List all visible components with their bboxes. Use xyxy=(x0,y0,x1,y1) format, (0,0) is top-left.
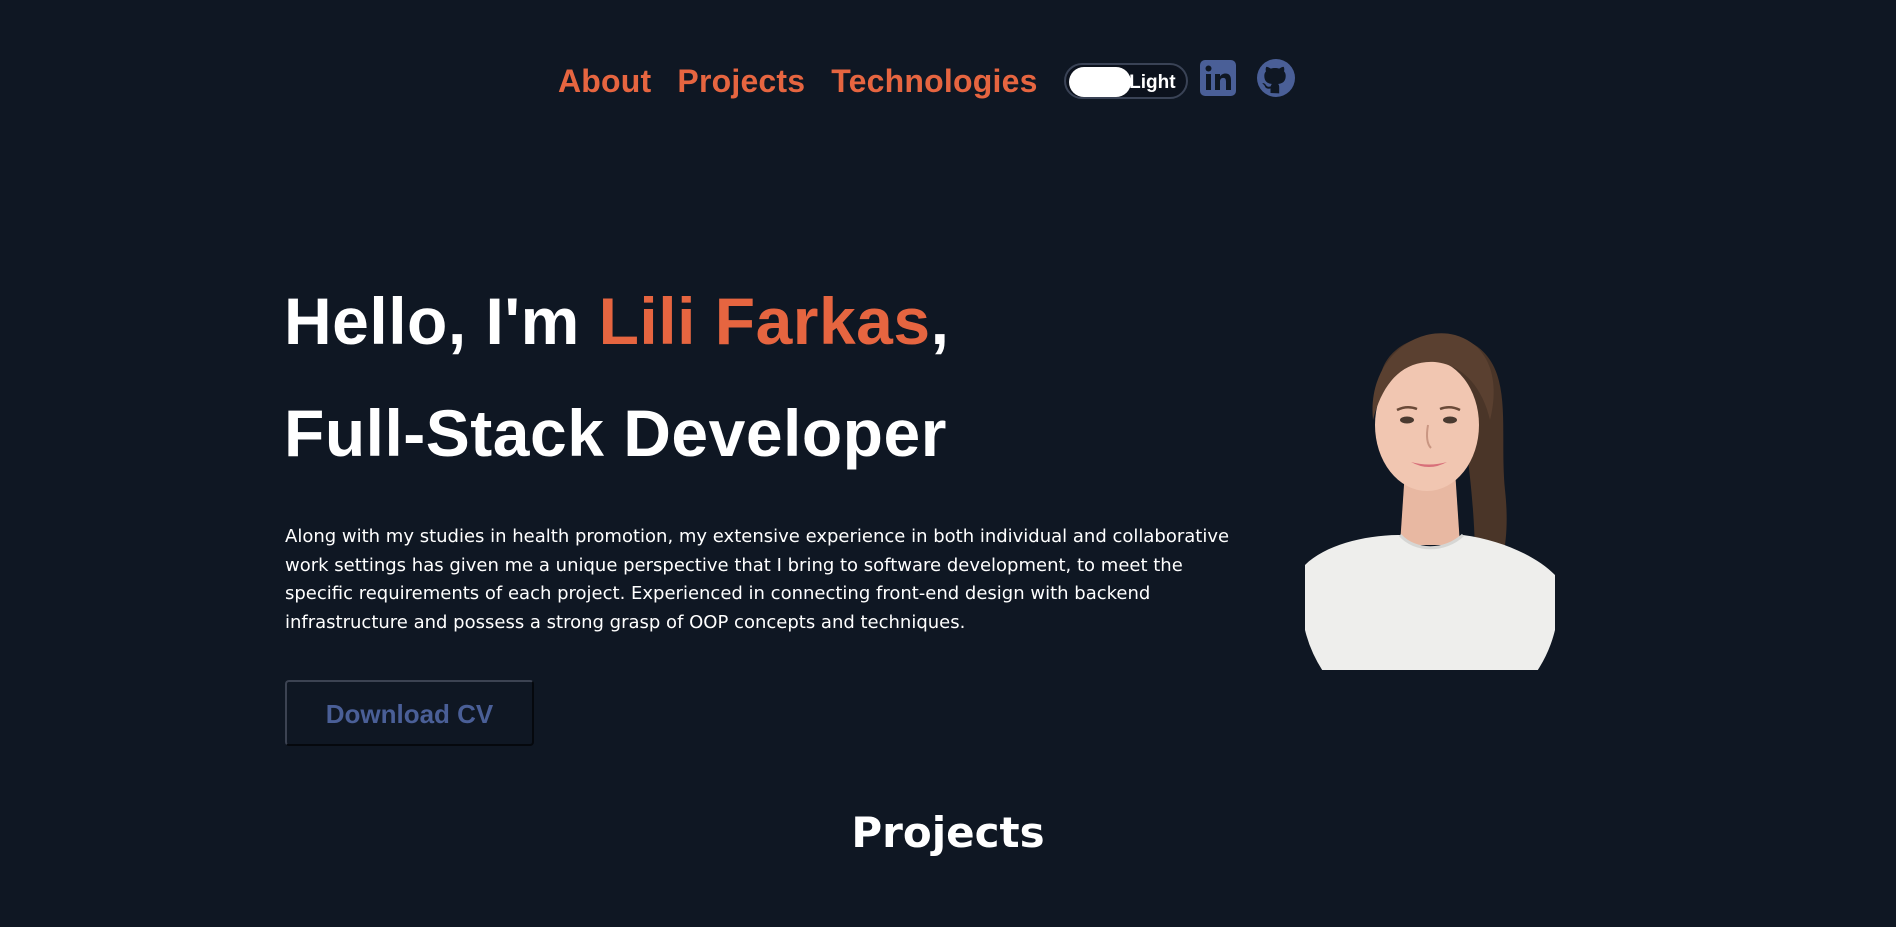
github-icon[interactable] xyxy=(1256,58,1296,103)
hero-comma: , xyxy=(930,284,950,358)
hero-greeting-text: Hello, I'm xyxy=(284,284,599,358)
theme-toggle[interactable]: Light xyxy=(1063,62,1188,99)
top-nav: About Projects Technologies Light xyxy=(558,58,1296,103)
toggle-knob xyxy=(1068,66,1131,97)
hero-description: Along with my studies in health promotio… xyxy=(285,526,1230,633)
nav-link-about[interactable]: About xyxy=(558,65,651,97)
linkedin-icon[interactable] xyxy=(1199,60,1236,101)
nav-link-technologies[interactable]: Technologies xyxy=(831,65,1037,97)
hero-name: Lili Farkas xyxy=(598,284,931,358)
page: About Projects Technologies Light Hello,… xyxy=(0,0,1896,927)
hero-role: Full-Stack Developer xyxy=(284,396,947,470)
download-cv-button[interactable]: Download CV xyxy=(285,680,534,746)
hero-greeting: Hello, I'm Lili Farkas, xyxy=(284,288,949,354)
nav-link-projects[interactable]: Projects xyxy=(677,65,805,97)
profile-photo xyxy=(1305,320,1555,670)
projects-section-title: Projects xyxy=(851,808,1045,857)
theme-toggle-label: Light xyxy=(1129,71,1176,93)
